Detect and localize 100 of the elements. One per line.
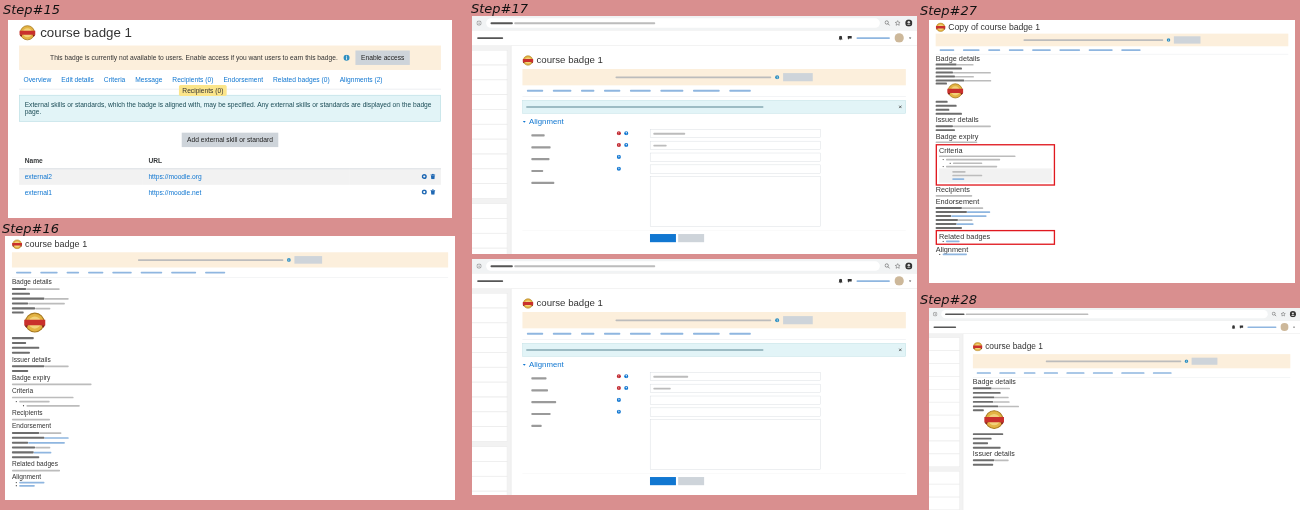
url-field[interactable] bbox=[486, 261, 880, 271]
nav-item[interactable] bbox=[472, 183, 508, 199]
nav-item[interactable] bbox=[472, 382, 508, 397]
bell-icon[interactable] bbox=[838, 278, 843, 284]
nav-item[interactable] bbox=[929, 350, 960, 364]
tab[interactable] bbox=[16, 271, 32, 274]
caret-icon[interactable] bbox=[522, 362, 527, 367]
info-icon[interactable] bbox=[343, 54, 350, 62]
tab[interactable] bbox=[729, 89, 751, 92]
tab[interactable] bbox=[693, 332, 720, 335]
help-icon[interactable] bbox=[624, 130, 629, 136]
link[interactable] bbox=[945, 240, 960, 243]
nav-item[interactable] bbox=[472, 322, 508, 338]
nav-item[interactable] bbox=[929, 389, 960, 403]
profile-icon[interactable] bbox=[905, 19, 913, 27]
nav-item[interactable] bbox=[472, 153, 508, 169]
nav-item[interactable] bbox=[472, 218, 508, 234]
tab[interactable] bbox=[629, 89, 651, 92]
site-name[interactable] bbox=[477, 279, 504, 282]
save-button[interactable] bbox=[650, 234, 676, 243]
tab[interactable] bbox=[526, 332, 544, 335]
url-field[interactable] bbox=[941, 309, 1268, 319]
url-field[interactable] bbox=[486, 18, 880, 28]
help-icon[interactable] bbox=[624, 142, 629, 148]
site-name[interactable] bbox=[477, 36, 504, 39]
chat-icon[interactable] bbox=[847, 278, 853, 284]
nav-item[interactable] bbox=[472, 124, 508, 140]
nav-item[interactable] bbox=[929, 484, 960, 498]
bell-icon[interactable] bbox=[1231, 324, 1236, 330]
info-icon[interactable] bbox=[286, 257, 291, 262]
nav-item[interactable] bbox=[929, 402, 960, 416]
nav-item[interactable] bbox=[929, 497, 960, 510]
save-button[interactable] bbox=[650, 477, 676, 486]
nav-item[interactable] bbox=[472, 367, 508, 383]
tab[interactable] bbox=[693, 89, 720, 92]
avatar-icon[interactable] bbox=[894, 276, 904, 286]
nav-item[interactable] bbox=[472, 396, 508, 412]
help-icon[interactable] bbox=[624, 373, 629, 379]
info-icon[interactable] bbox=[1166, 37, 1171, 42]
tab[interactable] bbox=[581, 89, 595, 92]
nav-item[interactable] bbox=[472, 233, 508, 249]
chat-icon[interactable] bbox=[1239, 325, 1244, 329]
avatar-icon[interactable] bbox=[1280, 322, 1289, 332]
info-icon[interactable] bbox=[774, 317, 780, 323]
tab[interactable] bbox=[729, 332, 751, 335]
caret-icon[interactable] bbox=[908, 279, 912, 283]
tab[interactable] bbox=[140, 271, 163, 274]
nav-item[interactable] bbox=[929, 428, 960, 441]
nav-item[interactable] bbox=[472, 446, 508, 462]
nav-item[interactable] bbox=[929, 471, 960, 485]
tab[interactable] bbox=[205, 271, 226, 274]
nav-item[interactable] bbox=[472, 337, 508, 353]
avatar-icon[interactable] bbox=[894, 33, 904, 43]
profile-icon[interactable] bbox=[1289, 310, 1297, 318]
nav-item[interactable] bbox=[472, 293, 508, 308]
nav-item[interactable] bbox=[472, 461, 508, 477]
caret-icon[interactable] bbox=[522, 119, 527, 124]
nav-item[interactable] bbox=[472, 79, 508, 95]
help-icon[interactable] bbox=[616, 409, 622, 414]
enable-access-button[interactable] bbox=[783, 316, 813, 325]
tab[interactable] bbox=[629, 332, 651, 335]
nav-item[interactable] bbox=[929, 440, 960, 454]
link[interactable] bbox=[952, 178, 965, 181]
nav-item[interactable] bbox=[929, 376, 960, 390]
link[interactable] bbox=[951, 215, 987, 217]
nav-item[interactable] bbox=[472, 411, 508, 427]
tab[interactable] bbox=[112, 271, 132, 274]
nav-item[interactable] bbox=[472, 203, 508, 219]
nav-item[interactable] bbox=[929, 415, 960, 428]
chat-icon[interactable] bbox=[847, 35, 853, 41]
nav-item[interactable] bbox=[472, 168, 508, 184]
nav-item[interactable] bbox=[472, 307, 508, 323]
tab[interactable] bbox=[171, 271, 197, 274]
trash-icon[interactable] bbox=[430, 173, 436, 180]
nav-item[interactable] bbox=[472, 94, 508, 110]
nav-item[interactable] bbox=[929, 453, 960, 467]
tab[interactable] bbox=[66, 271, 80, 274]
link[interactable] bbox=[28, 441, 65, 444]
caret-icon[interactable] bbox=[908, 36, 912, 40]
settings-icon[interactable] bbox=[421, 189, 427, 195]
nav-item[interactable] bbox=[472, 139, 508, 154]
tab[interactable] bbox=[660, 89, 684, 92]
tab[interactable] bbox=[552, 332, 572, 335]
info-icon[interactable] bbox=[774, 74, 780, 80]
nav-item[interactable] bbox=[929, 337, 960, 351]
link[interactable] bbox=[966, 211, 991, 213]
bell-icon[interactable] bbox=[838, 35, 843, 41]
link[interactable] bbox=[942, 253, 967, 256]
tab[interactable] bbox=[40, 271, 58, 274]
link[interactable] bbox=[33, 451, 52, 454]
tab[interactable] bbox=[526, 89, 544, 92]
trash-icon[interactable] bbox=[430, 189, 436, 195]
info-icon[interactable] bbox=[1184, 359, 1189, 364]
link[interactable] bbox=[956, 223, 974, 225]
tab[interactable] bbox=[604, 89, 621, 92]
tab[interactable] bbox=[552, 89, 572, 92]
nav-item[interactable] bbox=[472, 476, 508, 492]
nav-item[interactable] bbox=[472, 50, 508, 65]
nav-item[interactable] bbox=[929, 363, 960, 377]
link[interactable] bbox=[19, 484, 35, 487]
